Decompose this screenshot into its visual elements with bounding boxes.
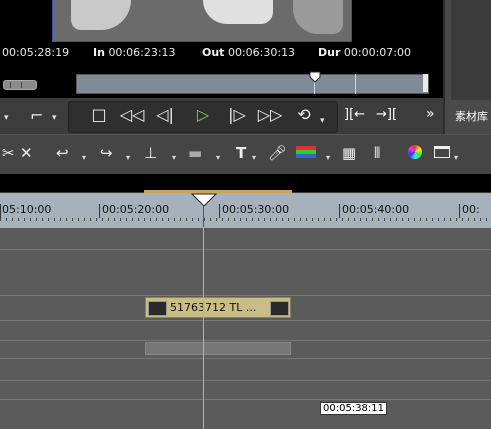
zoom-scroll-handle[interactable] bbox=[3, 80, 37, 90]
preview-video-frame bbox=[52, 0, 352, 42]
chevron-down-icon[interactable]: ▾ bbox=[4, 113, 9, 123]
playhead-marker bbox=[203, 207, 204, 227]
track-divider bbox=[0, 380, 491, 381]
scrubber-head-icon[interactable] bbox=[309, 71, 321, 83]
track-divider bbox=[0, 358, 491, 359]
play-icon[interactable]: ▷ bbox=[192, 107, 214, 123]
current-timecode: 00:05:28:19 bbox=[2, 46, 70, 59]
in-label: In bbox=[93, 46, 105, 59]
ruler-label: 00: bbox=[462, 203, 480, 216]
grid-icon[interactable]: ▦ bbox=[342, 145, 356, 161]
playhead-handle-icon[interactable] bbox=[191, 193, 217, 207]
chevron-down-icon[interactable]: ▾ bbox=[172, 153, 176, 162]
out-label: Out bbox=[202, 46, 225, 59]
track-divider bbox=[0, 340, 491, 341]
mark-icon[interactable]: ⌐ bbox=[30, 106, 43, 125]
step-back-icon[interactable]: ◁| bbox=[154, 107, 176, 123]
chevron-down-icon[interactable]: ▾ bbox=[252, 153, 256, 162]
ruler-ticks bbox=[0, 218, 491, 221]
chevron-down-icon[interactable]: ▾ bbox=[126, 153, 130, 162]
loop-icon[interactable]: ⟲ bbox=[294, 107, 314, 123]
out-timecode[interactable]: 00:06:30:13 bbox=[228, 46, 295, 59]
delete-icon[interactable]: ✕ bbox=[20, 145, 33, 161]
color-wheel-icon[interactable] bbox=[408, 145, 422, 159]
audio-mixer-icon[interactable]: ⫴ bbox=[374, 145, 380, 161]
clip-thumbnail-in bbox=[148, 301, 167, 316]
step-forward-icon[interactable]: |▷ bbox=[226, 107, 248, 123]
in-timecode[interactable]: 00:06:23:13 bbox=[108, 46, 175, 59]
cursor-timecode-tooltip: 00:05:38:11 bbox=[320, 402, 388, 415]
microphone-icon[interactable]: 🎤︎ bbox=[268, 145, 287, 161]
title-icon[interactable]: T bbox=[236, 145, 246, 161]
chevron-down-icon[interactable]: ▾ bbox=[326, 153, 330, 162]
undo-icon[interactable]: ↩ bbox=[56, 145, 69, 161]
clip-label: 51763712 TL ... bbox=[170, 301, 257, 314]
set-out-button[interactable]: →][ bbox=[376, 107, 397, 122]
transition-icon[interactable]: ▬ bbox=[188, 145, 202, 161]
bin-tab[interactable]: 素材库 bbox=[455, 108, 488, 124]
chevron-down-icon[interactable]: ▾ bbox=[82, 153, 86, 162]
ruler-label: 00:05:20:00 bbox=[102, 203, 170, 216]
audio-clip[interactable] bbox=[145, 342, 291, 355]
chevron-down-icon[interactable]: ▾ bbox=[454, 153, 458, 162]
clip-thumbnail-out bbox=[270, 301, 289, 316]
set-in-button[interactable]: ][← bbox=[344, 107, 365, 122]
playhead-line[interactable] bbox=[203, 207, 204, 429]
track-divider bbox=[0, 399, 491, 400]
track-divider bbox=[0, 295, 491, 296]
ruler-label: 05:10:00 bbox=[2, 203, 52, 216]
ruler-label: 00:05:30:00 bbox=[222, 203, 290, 216]
fast-forward-icon[interactable]: ▷▷ bbox=[256, 107, 284, 123]
track-divider bbox=[0, 320, 491, 321]
scrubber-track[interactable] bbox=[76, 74, 429, 94]
dur-label: Dur bbox=[318, 46, 341, 59]
more-icon[interactable]: » bbox=[426, 106, 435, 122]
window-icon[interactable] bbox=[434, 146, 450, 158]
chevron-down-icon[interactable]: ▾ bbox=[216, 153, 220, 162]
razor-icon[interactable]: ✂ bbox=[2, 145, 15, 161]
chevron-down-icon[interactable]: ▾ bbox=[320, 116, 325, 126]
rewind-icon[interactable]: ◁◁ bbox=[118, 107, 146, 123]
stop-icon[interactable]: □ bbox=[90, 107, 108, 123]
track-divider bbox=[0, 249, 491, 250]
scrubber-end-cap bbox=[423, 74, 428, 92]
mixer-icon[interactable]: ⊥ bbox=[144, 145, 157, 161]
chevron-down-icon[interactable]: ▾ bbox=[52, 113, 57, 123]
color-bars-icon[interactable] bbox=[296, 146, 316, 158]
redo-icon[interactable]: ↪ bbox=[100, 145, 113, 161]
scrubber-marker bbox=[355, 74, 356, 94]
right-panel-view bbox=[451, 0, 491, 100]
duration-timecode[interactable]: 00:00:07:00 bbox=[344, 46, 411, 59]
ruler-label: 00:05:40:00 bbox=[342, 203, 410, 216]
